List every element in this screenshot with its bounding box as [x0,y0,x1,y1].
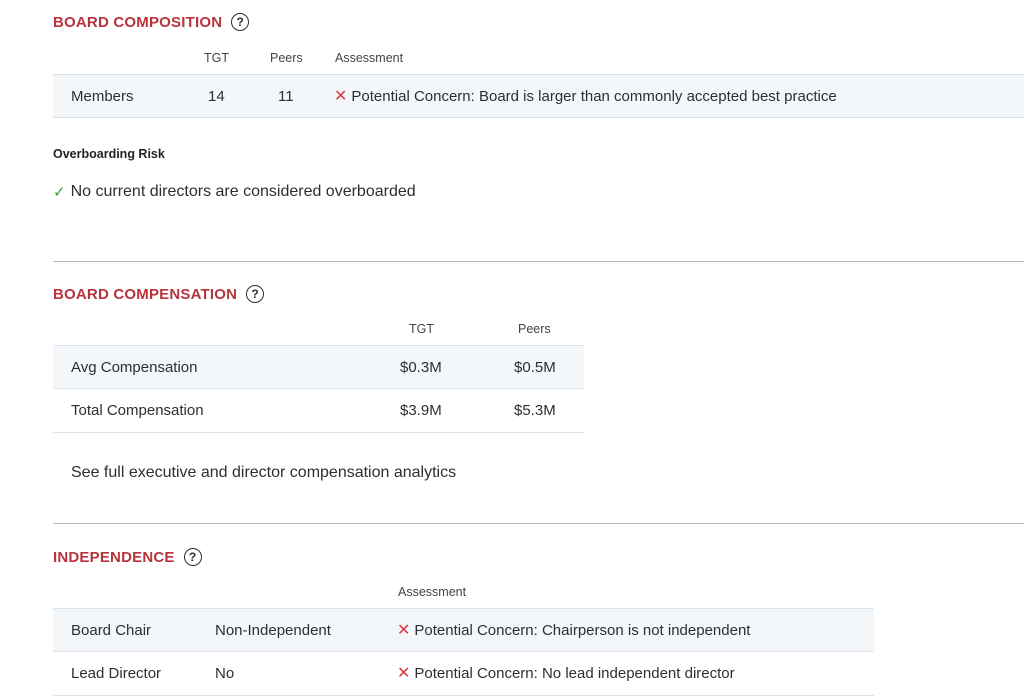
row-peers-value: 11 [278,87,294,105]
question-circle-icon[interactable]: ? [183,548,202,566]
row-value: Non-Independent [215,621,331,639]
assessment-text: Potential Concern: Chairperson is not in… [414,621,751,639]
compensation-header-tgt: TGT [409,322,434,336]
assessment-text: Potential Concern: Board is larger than … [351,87,837,105]
row-label: Members [71,87,134,105]
row-tgt-value: $3.9M [400,401,442,419]
x-icon: ✕ [397,622,411,639]
row-label: Lead Director [71,664,162,682]
x-icon: ✕ [397,665,411,682]
row-label: Total Compensation [71,401,204,419]
overboarding-text: No current directors are considered over… [70,183,416,200]
board-composition-title-text: BOARD COMPOSITION [53,13,223,31]
row-label: Avg Compensation [71,358,198,376]
table-row: Avg Compensation $0.3M $0.5M [53,345,584,389]
section-divider [53,261,1024,262]
overboarding-status: ✓ No current directors are considered ov… [53,183,416,201]
assessment-text: Potential Concern: No lead independent d… [414,664,735,682]
table-row: Lead Director No ✕ Potential Concern: No… [53,651,874,696]
board-compensation-title-text: BOARD COMPENSATION [53,285,238,303]
row-assessment: ✕ Potential Concern: No lead independent… [397,651,735,695]
row-assessment: ✕ Potential Concern: Board is larger tha… [334,75,837,117]
composition-header-assessment: Assessment [335,51,404,65]
independence-title-text: INDEPENDENCE [53,548,175,566]
table-row: Members 14 11 ✕ Potential Concern: Board… [53,74,1024,118]
row-label: Board Chair [71,621,152,639]
row-tgt-value: $0.3M [400,358,442,376]
section-divider [53,523,1024,524]
table-row: Total Compensation $3.9M $5.3M [53,388,584,433]
check-icon: ✓ [53,184,66,201]
x-icon: ✕ [334,88,348,105]
composition-header-peers: Peers [270,51,303,65]
row-peers-value: $5.3M [514,401,556,419]
row-tgt-value: 14 [208,87,225,105]
row-peers-value: $0.5M [514,358,556,376]
composition-header-tgt: TGT [204,51,229,65]
board-composition-title: BOARD COMPOSITION ? [53,13,250,31]
table-row: Board Chair Non-Independent ✕ Potential … [53,608,874,652]
independence-title: INDEPENDENCE ? [53,548,202,566]
row-assessment: ✕ Potential Concern: Chairperson is not … [397,609,750,651]
board-compensation-title: BOARD COMPENSATION ? [53,285,265,303]
question-circle-icon[interactable]: ? [246,285,265,303]
question-circle-icon[interactable]: ? [231,13,250,31]
compensation-analytics-link[interactable]: See full executive and director compensa… [71,464,456,482]
independence-header-assessment: Assessment [398,585,467,599]
compensation-header-peers: Peers [518,322,551,336]
overboarding-risk-title: Overboarding Risk [53,147,165,161]
row-value: No [215,664,235,682]
